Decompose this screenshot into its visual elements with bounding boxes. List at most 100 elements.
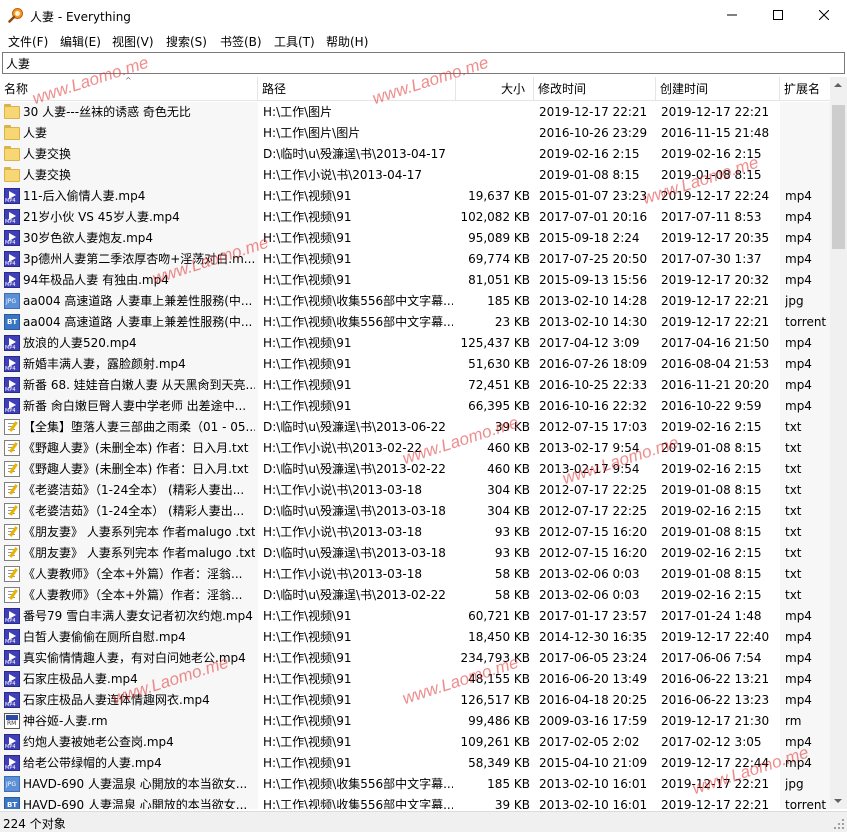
date-created: 2016-11-21 20:20 bbox=[661, 378, 770, 392]
close-button[interactable] bbox=[801, 0, 847, 30]
date-created: 2017-04-16 21:50 bbox=[661, 336, 770, 350]
date-modified: 2015-04-10 21:09 bbox=[539, 756, 648, 770]
file-path: H:\工作\视频\91 bbox=[263, 735, 352, 749]
column-name[interactable]: ^ 名称 bbox=[0, 76, 258, 101]
results-list[interactable]: 30 人妻---丝袜的诱惑 奇色无比 H:\工作\图片 2019-12-17 22:… bbox=[0, 102, 830, 809]
txt-file-icon bbox=[4, 419, 20, 435]
column-size[interactable]: 大小 bbox=[456, 77, 534, 101]
list-item[interactable]: 人妻 H:\工作\图片\图片 2016-10-26 23:29 2016-11-15 … bbox=[0, 123, 830, 144]
list-item[interactable]: 新番 68. 娃娃音白嫩人妻 从天黑肏到天亮... H:\工作\视频\91 72,4… bbox=[0, 375, 830, 396]
list-item[interactable]: 放浪的人妻520.mp4 H:\工作\视频\91 125,437 KB 2017-04… bbox=[0, 333, 830, 354]
file-name: 《野趣人妻》(未删全本) 作者：日入月.txt bbox=[23, 462, 249, 476]
maximize-button[interactable] bbox=[755, 0, 801, 30]
file-path: H:\工作\视频\91 bbox=[263, 357, 352, 371]
file-path: H:\工作\图片\图片 bbox=[263, 126, 361, 140]
list-item[interactable]: HAVD-690 人妻温泉 心開放的本当欲女... H:\工作\视频\收集556部… bbox=[0, 795, 830, 809]
column-modified[interactable]: 修改时间 bbox=[534, 77, 656, 101]
list-item[interactable]: 白皙人妻偷偷在厕所自慰.mp4 H:\工作\视频\91 18,450 KB 2014-… bbox=[0, 627, 830, 648]
list-item[interactable]: 约炮人妻被她老公查岗.mp4 H:\工作\视频\91 109,261 KB 2017-… bbox=[0, 732, 830, 753]
file-extension: txt bbox=[785, 525, 802, 539]
scroll-thumb[interactable] bbox=[832, 105, 845, 249]
menu-help[interactable]: 帮助(H) bbox=[326, 33, 368, 50]
menu-edit[interactable]: 编辑(E) bbox=[60, 33, 101, 50]
menu-bar: 文件(F) 编辑(E) 视图(V) 搜索(S) 书签(B) 工具(T) 帮助(H… bbox=[0, 31, 847, 51]
vertical-scrollbar[interactable] bbox=[830, 77, 847, 809]
list-item[interactable]: 11-后入偷情人妻.mp4 H:\工作\视频\91 19,637 KB 2015-01… bbox=[0, 186, 830, 207]
list-item[interactable]: 人妻交换 D:\临时\u\殁濂逞\书\2013-04-17 2019-02-16 2… bbox=[0, 144, 830, 165]
date-created: 2019-12-17 20:32 bbox=[661, 273, 770, 287]
list-item[interactable]: 3p德州人妻第二季浓厚杏吻+淫荡对白.m... H:\工作\视频\91 69,774… bbox=[0, 249, 830, 270]
scroll-up-button[interactable] bbox=[830, 77, 847, 94]
list-item[interactable]: 《朋友妻》 人妻系列完本 作者malugo .txt D:\临时\u\殁濂逞\书\… bbox=[0, 543, 830, 564]
menu-search[interactable]: 搜索(S) bbox=[166, 33, 207, 50]
list-item[interactable]: 新番 肏白嫩巨臀人妻中学老师 出差途中... H:\工作\视频\91 66,395 … bbox=[0, 396, 830, 417]
date-modified: 2012-07-17 22:25 bbox=[539, 483, 648, 497]
list-item[interactable]: 《野趣人妻》(未删全本) 作者：日入月.txt D:\临时\u\殁濂逞\书\201… bbox=[0, 459, 830, 480]
title-bar[interactable]: 人妻 - Everything bbox=[0, 0, 847, 31]
file-size: 66,395 KB bbox=[468, 399, 530, 413]
list-item[interactable]: 《人妻教师》（全本+外篇）作者：淫翁... H:\工作\小说\书\2013-03-… bbox=[0, 564, 830, 585]
list-item[interactable]: aa004 高速道路 人妻車上兼差性服務(中... H:\工作\视频\收集556部… bbox=[0, 291, 830, 312]
txt-file-icon bbox=[4, 587, 20, 603]
list-item[interactable]: HAVD-690 人妻温泉 心開放的本当欲女... H:\工作\视频\收集556部… bbox=[0, 774, 830, 795]
menu-bookmarks[interactable]: 书签(B) bbox=[220, 33, 262, 50]
txt-file-icon bbox=[4, 440, 20, 456]
menu-tools[interactable]: 工具(T) bbox=[274, 33, 315, 50]
list-item[interactable]: 给老公带绿帽的人妻.mp4 H:\工作\视频\91 58,349 KB 2015-04… bbox=[0, 753, 830, 774]
file-path: D:\临时\u\殁濂逞\书\2013-03-18 bbox=[263, 504, 446, 518]
menu-view[interactable]: 视图(V) bbox=[112, 33, 154, 50]
list-item[interactable]: 神谷姬-人妻.rm H:\工作\视频\91 99,486 KB 2009-03-16 … bbox=[0, 711, 830, 732]
column-created[interactable]: 创建时间 bbox=[656, 77, 780, 101]
resize-grip-icon[interactable] bbox=[833, 818, 845, 830]
search-input[interactable] bbox=[6, 55, 836, 71]
file-size: 81,051 KB bbox=[468, 273, 530, 287]
file-extension: rm bbox=[785, 714, 802, 728]
date-modified: 2013-02-10 16:01 bbox=[539, 777, 648, 791]
minimize-button[interactable] bbox=[709, 0, 755, 30]
list-item[interactable]: aa004 高速道路 人妻車上兼差性服務(中... H:\工作\视频\收集556部… bbox=[0, 312, 830, 333]
mp4-file-icon bbox=[4, 650, 20, 666]
list-item[interactable]: 94年极品人妻 有独由.mp4 H:\工作\视频\91 81,051 KB 2015-… bbox=[0, 270, 830, 291]
search-box[interactable] bbox=[2, 52, 845, 74]
list-item[interactable]: 新婚丰满人妻，露脸颜射.mp4 H:\工作\视频\91 51,630 KB 2016-… bbox=[0, 354, 830, 375]
date-created: 2017-07-11 8:53 bbox=[661, 210, 762, 224]
date-created: 2016-11-15 21:48 bbox=[661, 126, 770, 140]
mp4-file-icon bbox=[4, 230, 20, 246]
mp4-file-icon bbox=[4, 734, 20, 750]
list-item[interactable]: 30 人妻---丝袜的诱惑 奇色无比 H:\工作\图片 2019-12-17 22:… bbox=[0, 102, 830, 123]
list-item[interactable]: 【全集】堕落人妻三部曲之雨柔（01 - 05... D:\临时\u\殁濂逞\书\2… bbox=[0, 417, 830, 438]
list-item[interactable]: 《老婆洁茹》（1-24全本） (精彩人妻出... H:\工作\小说\书\2013-… bbox=[0, 480, 830, 501]
file-path: H:\工作\视频\91 bbox=[263, 651, 352, 665]
file-name: 神谷姬-人妻.rm bbox=[23, 714, 108, 728]
date-modified: 2017-01-17 23:57 bbox=[539, 609, 648, 623]
column-extension[interactable]: 扩展名 bbox=[780, 77, 830, 101]
date-modified: 2017-06-05 23:24 bbox=[539, 651, 648, 665]
list-item[interactable]: 《朋友妻》 人妻系列完本 作者malugo .txt H:\工作\小说\书\201… bbox=[0, 522, 830, 543]
file-extension: txt bbox=[785, 546, 802, 560]
list-item[interactable]: 人妻交换 H:\工作\小说\书\2013-04-17 2019-01-08 8:15… bbox=[0, 165, 830, 186]
jpg-file-icon bbox=[4, 293, 20, 309]
sort-ascending-icon: ^ bbox=[125, 76, 132, 85]
list-item[interactable]: 石家庄极品人妻.mp4 H:\工作\视频\91 48,155 KB 2016-06-2… bbox=[0, 669, 830, 690]
list-item[interactable]: 《人妻教师》（全本+外篇）作者：淫翁... D:\临时\u\殁濂逞\书\2013-… bbox=[0, 585, 830, 606]
file-path: H:\工作\小说\书\2013-03-18 bbox=[263, 525, 422, 539]
list-item[interactable]: 真实偷情情趣人妻，有对白问她老公.mp4 H:\工作\视频\91 234,793 K… bbox=[0, 648, 830, 669]
file-size bbox=[456, 123, 530, 144]
list-item[interactable]: 《野趣人妻》(未删全本) 作者：日入月.txt H:\工作\小说\书\2013-0… bbox=[0, 438, 830, 459]
file-name: HAVD-690 人妻温泉 心開放的本当欲女... bbox=[23, 798, 248, 809]
list-item[interactable]: 番号79 雪白丰满人妻女记者初次约炮.mp4 H:\工作\视频\91 60,721 … bbox=[0, 606, 830, 627]
date-modified: 2017-07-25 20:50 bbox=[539, 252, 648, 266]
date-modified: 2015-09-18 2:24 bbox=[539, 231, 640, 245]
list-item[interactable]: 30岁色欲人妻炮友.mp4 H:\工作\视频\91 95,089 KB 2015-09… bbox=[0, 228, 830, 249]
scroll-down-button[interactable] bbox=[830, 792, 847, 809]
file-path: H:\工作\视频\91 bbox=[263, 273, 352, 287]
date-created: 2019-01-08 8:15 bbox=[661, 567, 762, 581]
menu-file[interactable]: 文件(F) bbox=[8, 33, 48, 50]
file-extension: txt bbox=[785, 441, 802, 455]
file-path: D:\临时\u\殁濂逞\书\2013-03-18 bbox=[263, 546, 446, 560]
column-path[interactable]: 路径 bbox=[258, 77, 456, 101]
list-item[interactable]: 石家庄极品人妻连体情趣网衣.mp4 H:\工作\视频\91 126,517 KB 20… bbox=[0, 690, 830, 711]
file-path: H:\工作\视频\91 bbox=[263, 231, 352, 245]
list-item[interactable]: 《老婆洁茹》（1-24全本） (精彩人妻出... D:\临时\u\殁濂逞\书\20… bbox=[0, 501, 830, 522]
list-item[interactable]: 21岁小伙 VS 45岁人妻.mp4 H:\工作\视频\91 102,082 KB 2… bbox=[0, 207, 830, 228]
